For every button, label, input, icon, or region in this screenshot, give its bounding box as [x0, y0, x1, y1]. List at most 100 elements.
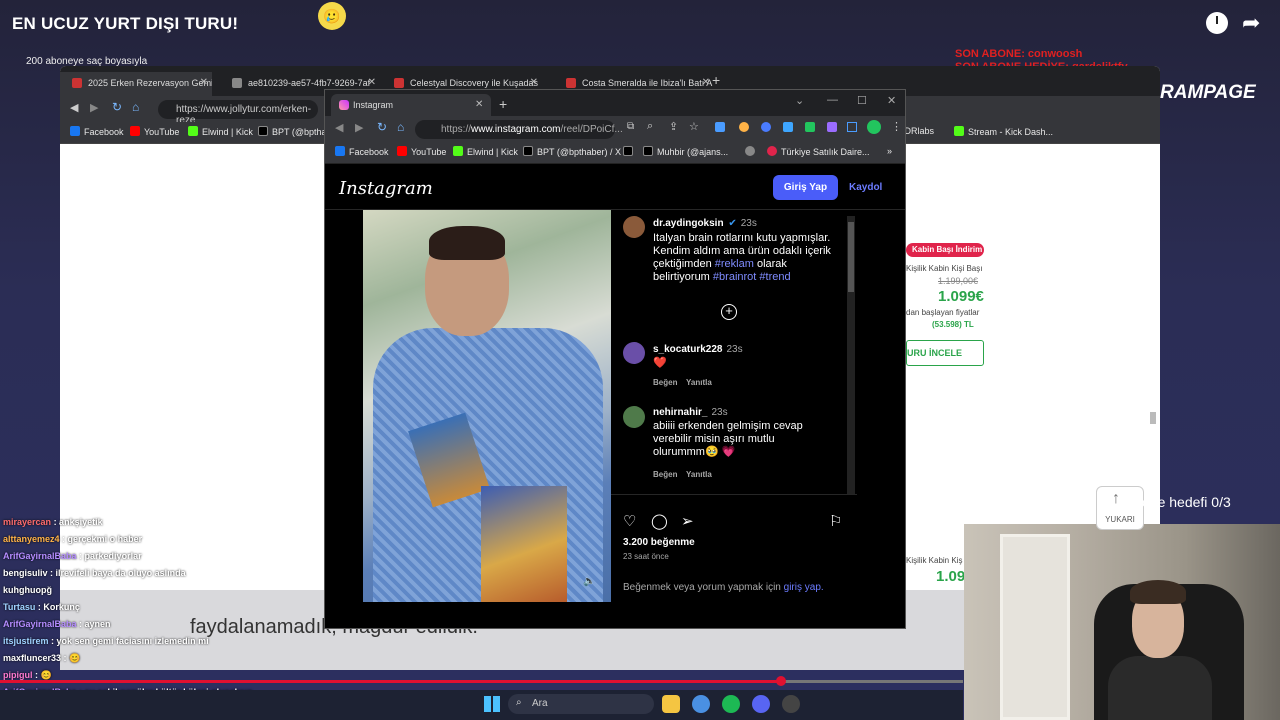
- scroll-thumb[interactable]: [848, 222, 854, 292]
- heart-icon[interactable]: ♡: [623, 512, 636, 530]
- send-icon[interactable]: ➢: [681, 512, 694, 530]
- chat-username[interactable]: Turtasu: [3, 602, 35, 612]
- back-icon[interactable]: ◀: [335, 121, 343, 134]
- bookmark-item[interactable]: Elwind | Kick: [188, 126, 253, 137]
- close-icon[interactable]: ✕: [475, 99, 483, 110]
- chat-username[interactable]: pipigul: [3, 670, 33, 680]
- chrome-icon[interactable]: [692, 695, 710, 713]
- post-author[interactable]: dr.aydingoksin ✔ 23s: [653, 218, 757, 229]
- app-icon[interactable]: [782, 695, 800, 713]
- share-icon[interactable]: ➦: [1242, 10, 1260, 36]
- new-tab-icon[interactable]: +: [712, 72, 720, 88]
- hashtag-link[interactable]: #brainrot: [713, 271, 756, 283]
- extension-icon[interactable]: [715, 122, 725, 132]
- spotify-icon[interactable]: [722, 695, 740, 713]
- bookmark-item[interactable]: IDRlabs: [902, 126, 934, 136]
- hashtag-link[interactable]: #reklam: [715, 258, 754, 270]
- add-icon[interactable]: +: [721, 304, 737, 320]
- back-tab[interactable]: 2025 Erken Rezervasyon Gemi T ✕: [60, 72, 212, 96]
- zoom-icon[interactable]: ⌕: [647, 120, 653, 133]
- extension-icon[interactable]: [739, 122, 749, 132]
- reply-button[interactable]: Yanıtla: [686, 378, 712, 387]
- tour-details-button[interactable]: URU İNCELE: [906, 340, 984, 366]
- like-count[interactable]: 3.200 beğenme: [623, 537, 695, 548]
- chevron-down-icon[interactable]: ⌄: [795, 94, 804, 107]
- bookmark-item[interactable]: Facebook: [335, 146, 389, 157]
- bookmark-item[interactable]: YouTube: [397, 146, 446, 157]
- globe-icon[interactable]: [745, 146, 759, 157]
- new-tab-icon[interactable]: +: [499, 96, 507, 112]
- bookmark-star-icon[interactable]: ☆: [689, 120, 699, 133]
- comment-icon[interactable]: ◯: [651, 512, 668, 530]
- forward-icon[interactable]: ▶: [90, 101, 98, 114]
- close-window-icon[interactable]: ✕: [887, 94, 896, 107]
- reload-icon[interactable]: ↻: [377, 120, 387, 134]
- avatar[interactable]: [623, 342, 645, 364]
- reply-button[interactable]: Yanıtla: [686, 470, 712, 479]
- avatar[interactable]: [623, 406, 645, 428]
- bookmark-item[interactable]: Türkiye Satılık Daire...: [767, 146, 870, 157]
- folder-icon[interactable]: [662, 695, 680, 713]
- scroll-up-button[interactable]: YUKARI: [1096, 486, 1144, 530]
- reload-icon[interactable]: ↻: [112, 100, 122, 114]
- extension-icon[interactable]: [761, 122, 771, 132]
- chat-username[interactable]: alttanyemez4: [3, 534, 60, 544]
- menu-icon[interactable]: ⋮: [891, 120, 902, 133]
- taskbar-search[interactable]: Ara: [508, 694, 654, 714]
- back-icon[interactable]: ◀: [70, 101, 78, 114]
- ig-url-field[interactable]: https://www.instagram.com/reel/DPoiCf...: [415, 120, 623, 139]
- clock-icon[interactable]: [1206, 12, 1228, 34]
- chat-username[interactable]: itsjustirem: [3, 636, 49, 646]
- more-bookmarks-icon[interactable]: »: [887, 146, 892, 156]
- minimize-icon[interactable]: —: [827, 94, 838, 106]
- discord-icon[interactable]: [752, 695, 770, 713]
- login-link[interactable]: giriş yap.: [784, 582, 824, 593]
- close-icon[interactable]: ✕: [368, 77, 376, 88]
- bookmark-item[interactable]: Stream - Kick Dash...: [954, 126, 1053, 137]
- chat-username[interactable]: ArifGayirnalBaba: [3, 619, 77, 629]
- bookmark-item[interactable]: Facebook: [70, 126, 124, 137]
- bookmark-item[interactable]: YouTube: [130, 126, 179, 137]
- x-icon[interactable]: [623, 146, 637, 157]
- windows-start-icon[interactable]: [484, 696, 500, 712]
- chat-username[interactable]: maxfluncer33: [3, 653, 61, 663]
- chat-username[interactable]: ArifGayirnalBaba: [3, 551, 77, 561]
- comment-author[interactable]: s_kocaturk228 23s: [653, 344, 743, 355]
- hashtag-link[interactable]: #trend: [759, 271, 790, 283]
- share-icon[interactable]: ⇪: [669, 120, 678, 133]
- home-icon[interactable]: ⌂: [397, 120, 404, 134]
- extension-icon[interactable]: [827, 122, 837, 132]
- close-icon[interactable]: ✕: [530, 77, 538, 88]
- like-comment-button[interactable]: Beğen: [653, 470, 677, 479]
- extension-icon[interactable]: [805, 122, 815, 132]
- bookmark-item[interactable]: Elwind | Kick: [453, 146, 518, 157]
- sidebar-icon[interactable]: [847, 122, 857, 132]
- forward-icon[interactable]: ▶: [355, 121, 363, 134]
- install-icon[interactable]: ⧉: [627, 121, 634, 132]
- signup-link[interactable]: Kaydol: [849, 182, 882, 193]
- bookmark-item[interactable]: Muhbir (@ajans...: [643, 146, 728, 157]
- speaker-icon[interactable]: 🔈: [583, 576, 595, 587]
- back-url-field[interactable]: https://www.jollytur.com/erken-reze: [158, 100, 318, 126]
- avatar[interactable]: [867, 120, 881, 134]
- avatar[interactable]: [623, 216, 645, 238]
- chat-username[interactable]: kuhghuopğ: [3, 585, 52, 595]
- video-progress-handle[interactable]: [776, 676, 786, 686]
- like-comment-button[interactable]: Beğen: [653, 378, 677, 387]
- close-icon[interactable]: ✕: [200, 77, 208, 88]
- ig-tab[interactable]: Instagram: [331, 94, 491, 116]
- maximize-icon[interactable]: ☐: [857, 94, 867, 107]
- login-button[interactable]: Giriş Yap: [773, 175, 838, 200]
- instagram-logo[interactable]: Instagram: [339, 178, 433, 199]
- save-icon[interactable]: ⚐: [829, 512, 842, 530]
- chat-username[interactable]: mirayercan: [3, 517, 51, 527]
- page-scroll-thumb[interactable]: [1150, 412, 1156, 424]
- home-icon[interactable]: ⌂: [132, 100, 139, 114]
- chat-username[interactable]: bengisuliv: [3, 568, 48, 578]
- close-icon[interactable]: ✕: [702, 77, 710, 88]
- reel-video[interactable]: [363, 210, 611, 602]
- comment-author[interactable]: nehirnahir_ 23s: [653, 407, 728, 418]
- puzzle-icon[interactable]: [783, 122, 793, 132]
- bookmark-item[interactable]: BPT (@bpthab: [258, 126, 332, 137]
- bookmark-item[interactable]: BPT (@bpthaber) / X: [523, 146, 621, 157]
